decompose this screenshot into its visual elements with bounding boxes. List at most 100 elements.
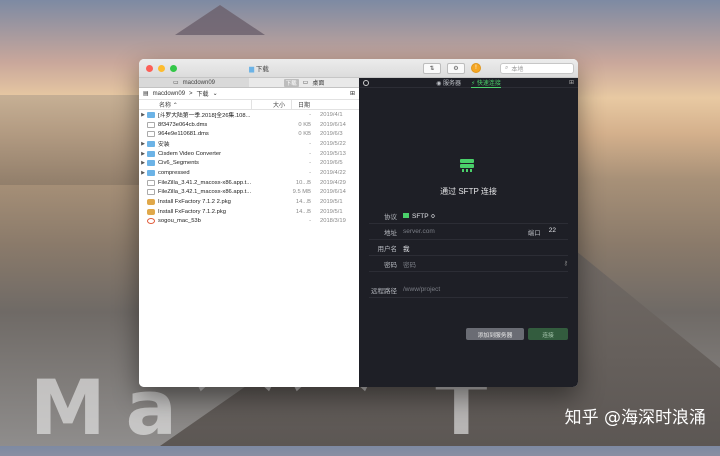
globe-icon[interactable] xyxy=(363,80,369,86)
alert-button[interactable]: ! xyxy=(471,62,481,73)
disclosure-triangle-icon[interactable]: ▶ xyxy=(139,112,147,118)
username-input[interactable]: 我 xyxy=(403,243,410,253)
column-size[interactable]: 大小 xyxy=(251,100,291,109)
local-tabs: ▭ macdown09 下载 ▭ 桌面 xyxy=(139,78,359,88)
key-icon[interactable]: ⚷ xyxy=(564,260,568,267)
tab-macdown09[interactable]: ▭ macdown09 xyxy=(139,78,249,87)
port-field: 端口 22 xyxy=(528,227,556,237)
toolbar-buttons: ⇅ ⚙ ! xyxy=(423,62,481,74)
settings-button[interactable]: ⚙ xyxy=(447,62,465,74)
grid-view-icon[interactable]: ⊞ xyxy=(350,90,355,97)
watermark: 知乎 @海深时浪涌 xyxy=(564,408,706,428)
column-header: 名称 ⌃ 大小 日期 xyxy=(139,100,359,110)
sidebar-toggle-icon[interactable]: ▤ xyxy=(143,90,149,97)
file-icon xyxy=(147,121,155,128)
password-input[interactable]: 密码 xyxy=(403,259,416,269)
chevron-down-icon[interactable]: ⌄ xyxy=(213,90,218,97)
breadcrumb-root[interactable]: macdown09 xyxy=(153,91,185,97)
window-controls xyxy=(139,64,177,72)
file-name: 964e9e110681.dms xyxy=(158,131,209,138)
file-size: 0 KB xyxy=(298,131,311,138)
file-name: Install FxFactory 7.1.2.pkg xyxy=(158,208,226,215)
remote-pane: ◉ 服务器 ⚡ 快速连接 ⊞ 通过 SFTP 连接 协议 SFTP ≎ 地址 s… xyxy=(359,78,578,387)
folder-icon: ▆ xyxy=(249,66,255,73)
file-size: - xyxy=(309,169,311,176)
folder-icon xyxy=(147,160,155,167)
file-date: 2019/4/1 xyxy=(320,111,343,118)
address-input[interactable]: server.com xyxy=(403,228,435,235)
close-button[interactable] xyxy=(146,64,153,72)
connect-form: 协议 SFTP ≎ 地址 server.com 端口 22 用户名 我 密码 密… xyxy=(369,208,568,298)
file-date: 2019/6/5 xyxy=(320,160,343,167)
username-label: 用户名 xyxy=(377,245,398,253)
password-label: 密码 xyxy=(384,261,397,269)
disclosure-triangle-icon[interactable]: ▶ xyxy=(139,151,147,157)
breadcrumb: ▤ macdown09 > 下载 ⌄ ⊞ xyxy=(139,88,359,100)
port-label: 端口 xyxy=(527,229,541,237)
file-row[interactable]: ▶ 安装 - 2019/5/22 xyxy=(139,139,359,149)
protocol-select[interactable]: SFTP ≎ xyxy=(403,212,436,220)
file-row[interactable]: ▶ Cisdem Video Converter - 2019/5/13 xyxy=(139,149,359,159)
file-icon xyxy=(147,179,155,186)
exclamation-icon: ! xyxy=(475,64,477,71)
file-row[interactable]: Install FxFactory 7.1.2 2.pkg 14...B 2019/… xyxy=(139,197,359,207)
app-window: ▆ 下载 ⇅ ⚙ ! ⌕ 本地 ▭ macdown09 下载 ▭ 桌面 ▤ ma… xyxy=(139,59,578,387)
transfer-toggle-button[interactable]: ⇅ xyxy=(423,62,441,74)
minimize-button[interactable] xyxy=(158,64,165,72)
password-row: 密码 密码 ⚷ xyxy=(369,256,568,272)
column-date[interactable]: 日期 xyxy=(291,100,359,109)
tab-servers[interactable]: ◉ 服务器 xyxy=(436,78,461,87)
laptop-icon: ▭ xyxy=(172,80,179,86)
file-row[interactable]: Install FxFactory 7.1.2.pkg 14...B 2019/5/… xyxy=(139,207,359,217)
disclosure-triangle-icon[interactable]: ▶ xyxy=(139,170,147,176)
file-row[interactable]: FileZilla_3.42.1_macosx-x86.app.t... 9.5 … xyxy=(139,188,359,198)
remote-path-input[interactable]: /www/project xyxy=(403,286,440,293)
zoom-button[interactable] xyxy=(170,64,177,72)
search-input[interactable]: ⌕ 本地 xyxy=(500,62,574,74)
search-icon: ⌕ xyxy=(505,64,509,71)
package-icon xyxy=(147,199,155,206)
tab-desktop[interactable]: 下载 ▭ 桌面 xyxy=(249,78,359,87)
remote-path-row: 远程路径 /www/project xyxy=(369,282,568,298)
grid-view-icon[interactable]: ⊞ xyxy=(569,79,574,86)
file-name: FileZilla_3.42.1_macosx-x86.app.t... xyxy=(158,189,252,196)
sogou-app-icon xyxy=(147,218,155,225)
tab-quick-connect[interactable]: ⚡ 快速连接 xyxy=(471,78,501,88)
window-title: ▆ 下载 xyxy=(249,66,269,73)
file-name: 安装 xyxy=(158,142,170,149)
file-row[interactable]: ▶ Civ6_Segments - 2019/6/5 xyxy=(139,158,359,168)
remote-path-label: 远程路径 xyxy=(371,287,397,295)
server-small-icon xyxy=(403,213,409,218)
file-date: 2019/5/1 xyxy=(320,199,343,206)
servers-icon: ◉ xyxy=(436,81,442,87)
protocol-label: 协议 xyxy=(384,213,397,221)
add-to-servers-button[interactable]: 添加到服务器 xyxy=(466,328,524,340)
file-row[interactable]: ▶ compressed - 2019/4/22 xyxy=(139,168,359,178)
file-name: Cisdem Video Converter xyxy=(158,150,222,157)
file-name: [斗罗大陆第一季.2018]全26集.108... xyxy=(158,113,251,120)
connect-title: 通过 SFTP 连接 xyxy=(440,187,497,196)
file-size: 14...B xyxy=(295,208,311,215)
local-pane: ▭ macdown09 下载 ▭ 桌面 ▤ macdown09 > 下载 ⌄ ⊞… xyxy=(139,78,359,387)
file-name: sogou_mac_53b xyxy=(158,218,201,225)
file-row[interactable]: ▶ [斗罗大陆第一季.2018]全26集.108... - 2019/4/1 xyxy=(139,110,359,120)
disclosure-triangle-icon[interactable]: ▶ xyxy=(139,141,147,147)
file-name: FileZilla_3.41.2_macosx-x86.app.t... xyxy=(158,179,252,186)
connect-button[interactable]: 连接 xyxy=(528,328,568,340)
disclosure-triangle-icon[interactable]: ▶ xyxy=(139,160,147,166)
port-input[interactable]: 22 xyxy=(549,227,556,237)
file-date: 2019/6/14 xyxy=(320,121,346,128)
file-date: 2019/6/14 xyxy=(320,189,346,196)
file-row[interactable]: sogou_mac_53b - 2018/3/19 xyxy=(139,217,359,227)
file-row[interactable]: FileZilla_3.41.2_macosx-x86.app.t... 10..… xyxy=(139,178,359,188)
gear-icon: ⚙ xyxy=(453,65,459,72)
file-size: - xyxy=(309,160,311,167)
file-row[interactable]: 8f3473e064cb.dms 0 KB 2019/6/14 xyxy=(139,120,359,130)
username-row: 用户名 我 xyxy=(369,240,568,256)
column-name[interactable]: 名称 ⌃ xyxy=(139,100,251,109)
breadcrumb-current[interactable]: 下载 xyxy=(197,89,209,98)
address-row: 地址 server.com 端口 22 xyxy=(369,224,568,240)
folder-icon xyxy=(147,111,155,118)
file-name: Civ6_Segments xyxy=(158,160,199,167)
file-row[interactable]: 964e9e110681.dms 0 KB 2019/6/3 xyxy=(139,129,359,139)
